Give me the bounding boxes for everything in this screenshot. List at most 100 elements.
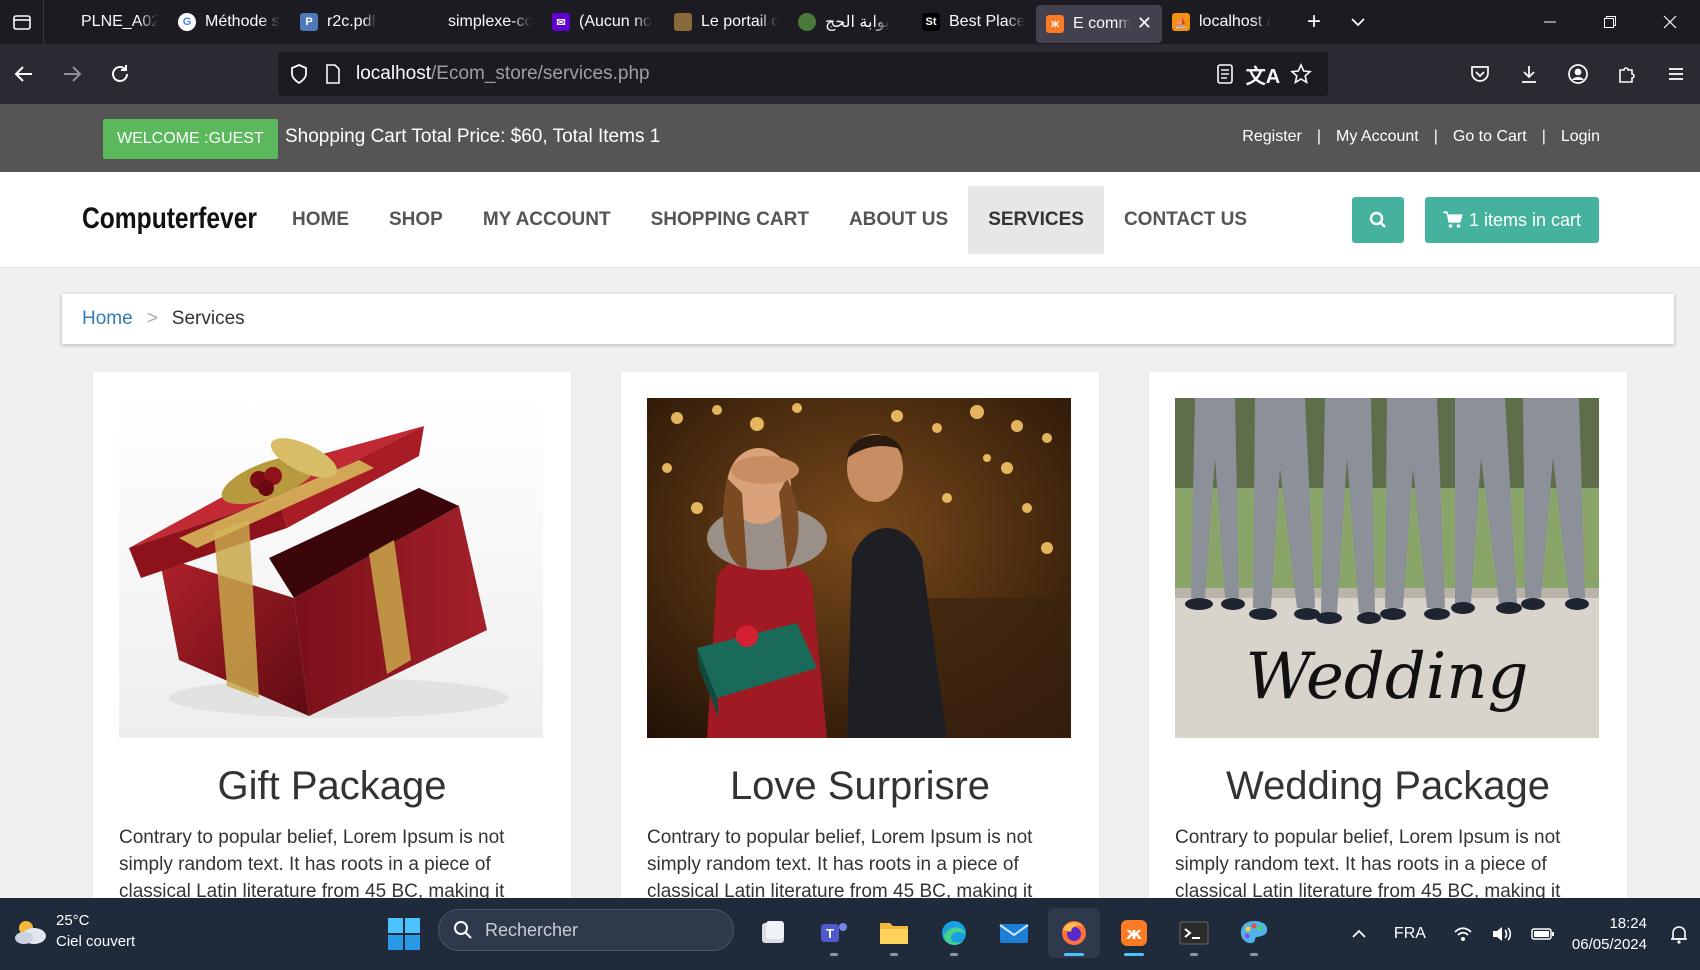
items-in-cart-button[interactable]: 1 items in cart: [1425, 197, 1599, 243]
restore-button[interactable]: [1580, 0, 1640, 44]
account-icon: [1567, 64, 1588, 84]
browser-tab[interactable]: simplexe-corr: [412, 0, 542, 44]
browser-tab[interactable]: ✉ (Aucun no: [542, 0, 664, 44]
translate-button[interactable]: 文A: [1244, 52, 1282, 96]
menu-my-account[interactable]: MY ACCOUNT: [463, 186, 631, 254]
back-button[interactable]: [0, 50, 48, 98]
browser-tab[interactable]: Le portail c: [664, 0, 788, 44]
address-bar[interactable]: localhost/Ecom_store/services.php 文A: [278, 52, 1328, 96]
go-to-cart-link[interactable]: Go to Cart: [1453, 128, 1527, 146]
forward-button[interactable]: [48, 50, 96, 98]
taskbar-clock[interactable]: 18:24 06/05/2024: [1572, 913, 1647, 955]
windows-logo-icon: [388, 918, 420, 950]
taskbar-app-widgets[interactable]: [748, 908, 800, 958]
downloads-button[interactable]: [1504, 44, 1553, 104]
menu-contact-us[interactable]: CONTACT US: [1104, 186, 1267, 254]
windows-taskbar: 25°C Ciel couvert Rechercher T ж FRA 18:…: [0, 898, 1700, 970]
running-indicator: [830, 953, 838, 956]
tab-title: E comm: [1073, 14, 1131, 32]
login-link[interactable]: Login: [1561, 128, 1600, 146]
menu-services[interactable]: SERVICES: [968, 186, 1104, 254]
yahoo-mail-icon: ✉: [552, 13, 570, 31]
menu-about-us[interactable]: ABOUT US: [829, 186, 968, 254]
puzzle-icon: [1618, 67, 1635, 83]
app-menu-button[interactable]: [1651, 44, 1700, 104]
tab-list-button[interactable]: [0, 0, 44, 44]
terminal-icon: [1179, 921, 1209, 945]
notifications-button[interactable]: [1670, 924, 1688, 944]
taskbar-app-mail[interactable]: [988, 908, 1040, 958]
search-button[interactable]: [1352, 197, 1404, 243]
running-indicator: [950, 953, 958, 956]
battery-status[interactable]: [1531, 927, 1555, 941]
pocket-icon: [1470, 66, 1489, 82]
weather-widget[interactable]: 25°C Ciel couvert: [12, 910, 135, 952]
service-title: Wedding Package: [1226, 764, 1550, 808]
browser-tab[interactable]: G Méthode s: [168, 0, 290, 44]
url-text[interactable]: localhost/Ecom_store/services.php: [356, 63, 650, 85]
account-button[interactable]: [1553, 44, 1602, 104]
taskbar-app-terminal[interactable]: [1168, 908, 1220, 958]
register-link[interactable]: Register: [1242, 128, 1302, 146]
new-tab-button[interactable]: +: [1292, 0, 1336, 44]
main-menu: HOME SHOP MY ACCOUNT SHOPPING CART ABOUT…: [272, 186, 1267, 254]
taskbar-search[interactable]: Rechercher: [438, 909, 734, 951]
tab-title: بوابة الحج: [825, 14, 890, 31]
taskbar-app-firefox[interactable]: [1048, 908, 1100, 958]
taskbar-app-xampp[interactable]: ж: [1108, 908, 1160, 958]
taskbar-app-teams[interactable]: T: [808, 908, 860, 958]
reload-button[interactable]: [96, 50, 144, 98]
browser-toolbar: localhost/Ecom_store/services.php 文A: [0, 44, 1700, 104]
close-tab-icon[interactable]: ✕: [1137, 13, 1152, 34]
browser-tab[interactable]: بوابة الحج: [788, 0, 912, 44]
edge-icon: [942, 921, 966, 945]
taskbar-app-file-explorer[interactable]: [868, 908, 920, 958]
tab-title: (Aucun no: [579, 13, 652, 30]
tab-title: Méthode s: [205, 13, 280, 30]
input-language-indicator[interactable]: FRA: [1394, 925, 1426, 943]
browser-tab[interactable]: PLNE_A0204_T: [44, 0, 168, 44]
menu-shopping-cart[interactable]: SHOPPING CART: [631, 186, 829, 254]
wifi-status[interactable]: [1453, 925, 1473, 943]
wedding-groomsmen-photo: Wedding: [1175, 398, 1599, 738]
xampp-icon: ж: [1046, 14, 1064, 33]
red-gift-box-photo: [119, 398, 543, 738]
my-account-link[interactable]: My Account: [1336, 128, 1419, 146]
minimize-button[interactable]: [1520, 0, 1580, 44]
close-window-button[interactable]: [1640, 0, 1700, 44]
taskbar-app-paint[interactable]: [1228, 908, 1280, 958]
service-title: Gift Package: [217, 764, 447, 808]
breadcrumb-home-link[interactable]: Home: [82, 308, 133, 330]
menu-shop[interactable]: SHOP: [369, 186, 463, 254]
service-description: Contrary to popular belief, Lorem Ipsum …: [119, 827, 505, 902]
breadcrumb: Home > Services: [62, 294, 1674, 344]
show-hidden-icons-button[interactable]: [1351, 926, 1367, 942]
site-logo[interactable]: Computerfever: [82, 202, 257, 236]
search-icon: [1369, 211, 1386, 228]
browser-tab[interactable]: ⛵ localhost /: [1162, 0, 1292, 44]
reader-view-icon: [1217, 64, 1233, 84]
link-separator: |: [1541, 128, 1546, 145]
service-title: Love Surprisre: [729, 764, 991, 808]
bookmark-button[interactable]: [1282, 52, 1320, 96]
start-button[interactable]: [386, 916, 422, 952]
volume-status[interactable]: [1491, 925, 1513, 943]
taskbar-app-edge[interactable]: [928, 908, 980, 958]
browser-tab-active[interactable]: ж E comm ✕: [1036, 4, 1162, 43]
welcome-badge[interactable]: WELCOME :GUEST: [103, 119, 278, 159]
list-all-tabs-button[interactable]: [1336, 0, 1380, 44]
tab-title: simplexe-corr: [448, 13, 532, 30]
reader-view-button[interactable]: [1206, 52, 1244, 96]
phpmyadmin-icon: ⛵: [1172, 13, 1190, 31]
tracking-protection-shield-icon[interactable]: [282, 52, 316, 96]
speaker-icon: [1492, 927, 1511, 941]
firefox-icon: [1062, 921, 1086, 945]
pocket-button[interactable]: [1455, 44, 1504, 104]
site-top-bar: WELCOME :GUEST Shopping Cart Total Price…: [0, 104, 1700, 172]
extensions-button[interactable]: [1602, 44, 1651, 104]
menu-home[interactable]: HOME: [272, 186, 369, 254]
tab-list-icon: [12, 15, 31, 30]
browser-tab[interactable]: St Best Place: [912, 0, 1036, 44]
page-info-icon[interactable]: [316, 52, 350, 96]
browser-tab[interactable]: P r2c.pdf: [290, 0, 412, 44]
